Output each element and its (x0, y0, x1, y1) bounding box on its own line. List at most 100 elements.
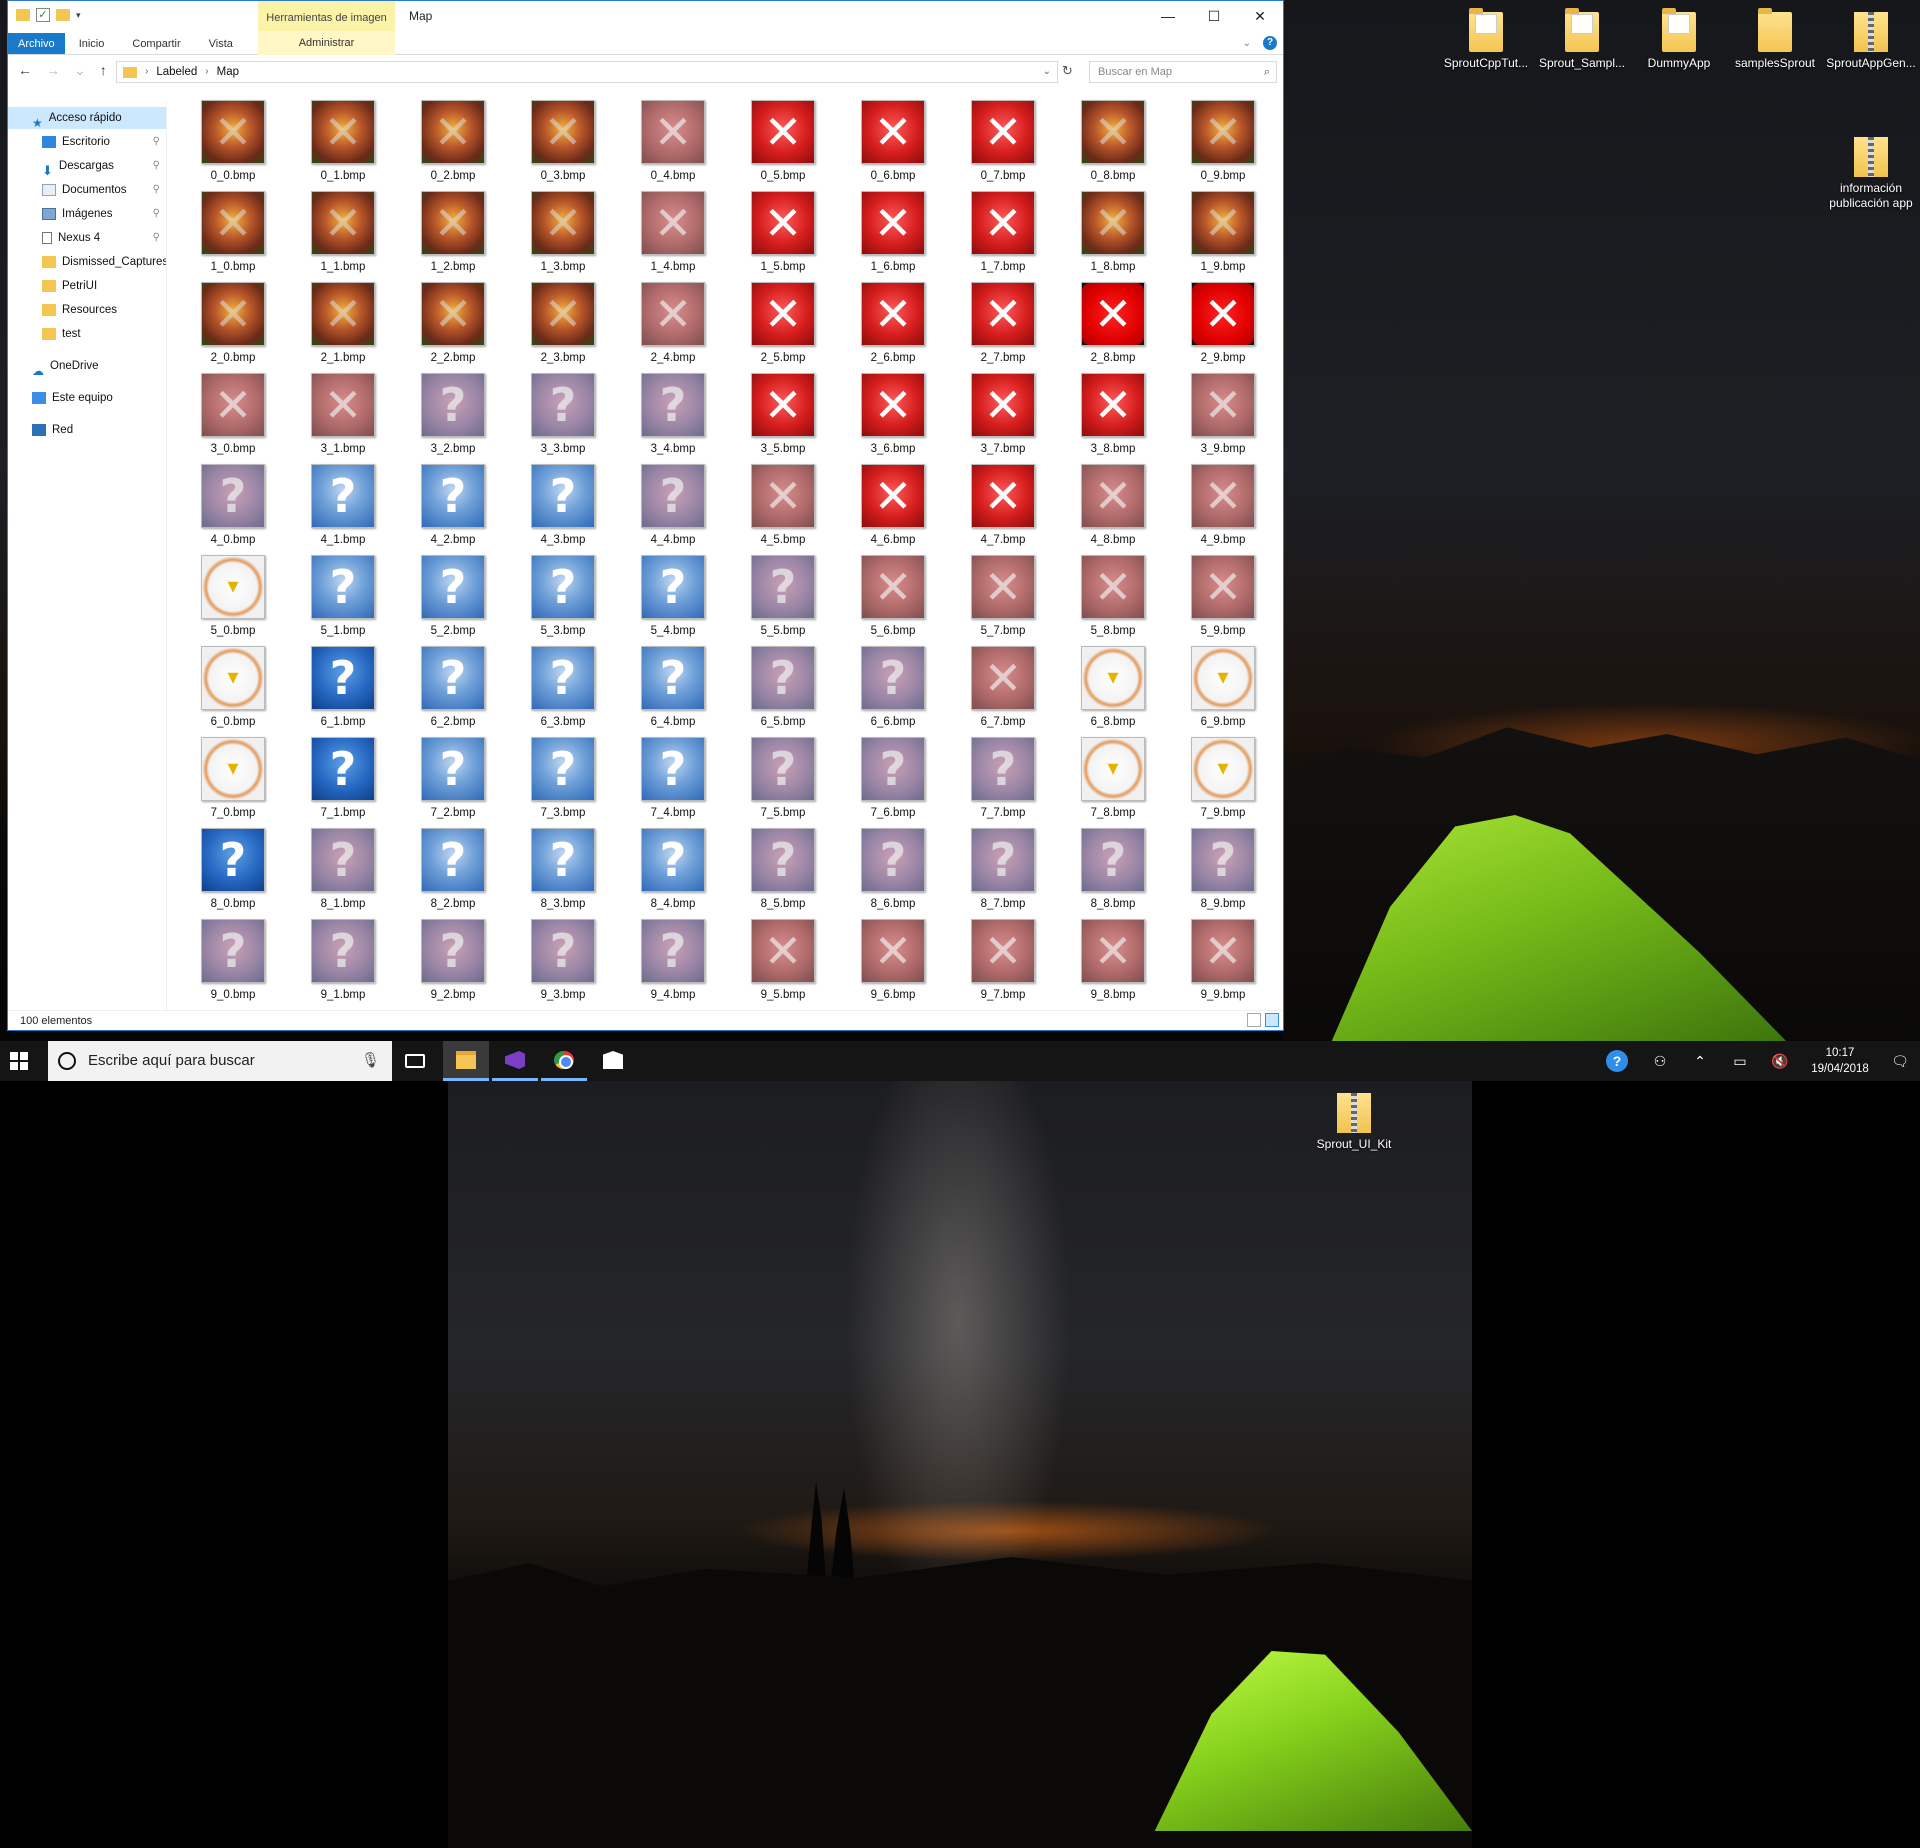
file-item[interactable]: ✕ 5_9.bmp (1178, 551, 1268, 641)
tab-compartir[interactable]: Compartir (118, 33, 194, 54)
desktop-icon-dummyapp[interactable]: DummyApp (1631, 8, 1727, 71)
file-item[interactable]: ? 6_4.bmp (628, 642, 718, 732)
up-icon[interactable]: ↑ (100, 62, 107, 79)
taskbar-file-explorer[interactable] (443, 1041, 489, 1081)
file-item[interactable]: ✕ 2_6.bmp (848, 278, 938, 368)
file-item[interactable]: ? 5_4.bmp (628, 551, 718, 641)
file-item[interactable]: ✕ 2_1.bmp (298, 278, 388, 368)
file-item[interactable]: ✕ 0_7.bmp (958, 96, 1048, 186)
file-item[interactable]: ✕ 3_8.bmp (1068, 369, 1158, 459)
file-item[interactable]: ✕ 1_6.bmp (848, 187, 938, 277)
file-item[interactable]: ✕ 9_9.bmp (1178, 915, 1268, 1005)
file-item[interactable]: ✕ 2_0.bmp (188, 278, 278, 368)
desktop-icon-sprout-sampl[interactable]: Sprout_Sampl... (1534, 8, 1630, 71)
file-item[interactable]: ? 9_3.bmp (518, 915, 608, 1005)
tab-archivo[interactable]: Archivo (8, 33, 65, 54)
file-item[interactable]: ? 7_2.bmp (408, 733, 498, 823)
recent-locations-icon[interactable]: ⌄ (74, 62, 86, 79)
file-item[interactable]: ? 8_8.bmp (1068, 824, 1158, 914)
nav-item-documentos[interactable]: Documentos ⚲ (8, 179, 166, 201)
taskbar-mail[interactable] (590, 1041, 636, 1081)
file-item[interactable]: ✕ 0_4.bmp (628, 96, 718, 186)
file-item[interactable]: ? 7_3.bmp (518, 733, 608, 823)
minimize-button[interactable]: — (1145, 1, 1191, 31)
file-item[interactable]: ? 8_9.bmp (1178, 824, 1268, 914)
file-item[interactable]: ? 9_0.bmp (188, 915, 278, 1005)
tab-administrar[interactable]: Administrar (258, 31, 395, 55)
customize-toolbar-icon[interactable]: ▾ (76, 10, 81, 21)
file-item[interactable]: ✕ 0_0.bmp (188, 96, 278, 186)
microphone-icon[interactable]: 🎙 (361, 1041, 380, 1081)
file-item[interactable]: ? 8_1.bmp (298, 824, 388, 914)
file-item[interactable]: ▾ 7_9.bmp (1178, 733, 1268, 823)
file-item[interactable]: ✕ 3_9.bmp (1178, 369, 1268, 459)
file-item[interactable]: ✕ 0_5.bmp (738, 96, 828, 186)
nav-onedrive[interactable]: ☁ OneDrive (8, 355, 166, 377)
nav-item-escritorio[interactable]: Escritorio ⚲ (8, 131, 166, 153)
file-item[interactable]: ✕ 9_5.bmp (738, 915, 828, 1005)
file-item[interactable]: ✕ 4_6.bmp (848, 460, 938, 550)
chevron-right-icon[interactable]: › (205, 62, 208, 82)
file-item[interactable]: ? 4_0.bmp (188, 460, 278, 550)
file-item[interactable]: ? 8_0.bmp (188, 824, 278, 914)
file-item[interactable]: ✕ 4_7.bmp (958, 460, 1048, 550)
nav-item-descargas[interactable]: ⬇ Descargas ⚲ (8, 155, 166, 177)
volume-muted-icon[interactable]: 🔇 (1760, 1053, 1800, 1070)
file-item[interactable]: ? 9_1.bmp (298, 915, 388, 1005)
refresh-icon[interactable]: ↻ (1062, 63, 1073, 79)
file-item[interactable]: ? 3_4.bmp (628, 369, 718, 459)
people-icon[interactable]: ⚇ (1640, 1053, 1680, 1070)
file-item[interactable]: ? 8_6.bmp (848, 824, 938, 914)
taskbar-visual-studio[interactable] (492, 1041, 538, 1081)
file-item[interactable]: ? 8_3.bmp (518, 824, 608, 914)
file-item[interactable]: ✕ 5_8.bmp (1068, 551, 1158, 641)
file-item[interactable]: ✕ 1_4.bmp (628, 187, 718, 277)
nav-item-dismissed-captures[interactable]: Dismissed_Captures (8, 251, 166, 273)
file-item[interactable]: ✕ 9_7.bmp (958, 915, 1048, 1005)
chevron-down-icon[interactable]: ⌄ (1043, 62, 1051, 82)
file-item[interactable]: ? 8_7.bmp (958, 824, 1048, 914)
file-item[interactable]: ✕ 0_8.bmp (1068, 96, 1158, 186)
search-input[interactable]: Buscar en Map ⌕ (1089, 61, 1277, 83)
file-item[interactable]: ✕ 1_7.bmp (958, 187, 1048, 277)
start-button[interactable] (10, 1052, 28, 1070)
file-item[interactable]: ? 7_5.bmp (738, 733, 828, 823)
file-item[interactable]: ? 6_3.bmp (518, 642, 608, 732)
file-item[interactable]: ✕ 0_1.bmp (298, 96, 388, 186)
nav-item-nexus-4[interactable]: Nexus 4 ⚲ (8, 227, 166, 249)
close-button[interactable]: ✕ (1237, 1, 1283, 31)
file-item[interactable]: ? 6_1.bmp (298, 642, 388, 732)
breadcrumb-map[interactable]: Map (217, 62, 239, 82)
file-item[interactable]: ? 6_2.bmp (408, 642, 498, 732)
nav-quick-access[interactable]: ★ Acceso rápido (8, 107, 166, 129)
taskbar-chrome[interactable] (541, 1041, 587, 1081)
desktop-icon-sprout-ui-kit[interactable]: Sprout_UI_Kit (1306, 1093, 1402, 1152)
nav-item-imagenes[interactable]: Imágenes ⚲ (8, 203, 166, 225)
nav-item-petriui[interactable]: PetriUI (8, 275, 166, 297)
file-item[interactable]: ? 4_3.bmp (518, 460, 608, 550)
file-item[interactable]: ✕ 2_9.bmp (1178, 278, 1268, 368)
file-item[interactable]: ✕ 5_7.bmp (958, 551, 1048, 641)
file-item[interactable]: ✕ 2_2.bmp (408, 278, 498, 368)
file-item[interactable]: ✕ 9_8.bmp (1068, 915, 1158, 1005)
desktop-icon-sproutappgen[interactable]: SproutAppGen... (1823, 12, 1919, 71)
tab-vista[interactable]: Vista (195, 33, 247, 54)
file-item[interactable]: ▾ 6_9.bmp (1178, 642, 1268, 732)
network-icon[interactable]: ▭ (1720, 1053, 1760, 1070)
file-item[interactable]: ▾ 6_8.bmp (1068, 642, 1158, 732)
file-item[interactable]: ✕ 9_6.bmp (848, 915, 938, 1005)
maximize-button[interactable]: ☐ (1191, 1, 1237, 31)
file-item[interactable]: ✕ 4_8.bmp (1068, 460, 1158, 550)
properties-icon[interactable]: ✓ (36, 8, 50, 22)
file-item[interactable]: ✕ 4_5.bmp (738, 460, 828, 550)
file-item[interactable]: ? 8_2.bmp (408, 824, 498, 914)
file-item[interactable]: ? 5_2.bmp (408, 551, 498, 641)
file-item[interactable]: ✕ 1_2.bmp (408, 187, 498, 277)
file-item[interactable]: ? 7_6.bmp (848, 733, 938, 823)
file-item[interactable]: ✕ 0_2.bmp (408, 96, 498, 186)
clock[interactable]: 10:17 19/04/2018 (1800, 1045, 1880, 1077)
file-item[interactable]: ✕ 0_6.bmp (848, 96, 938, 186)
nav-network[interactable]: Red (8, 419, 166, 441)
breadcrumb-labeled[interactable]: Labeled (156, 62, 197, 82)
file-item[interactable]: ? 9_2.bmp (408, 915, 498, 1005)
